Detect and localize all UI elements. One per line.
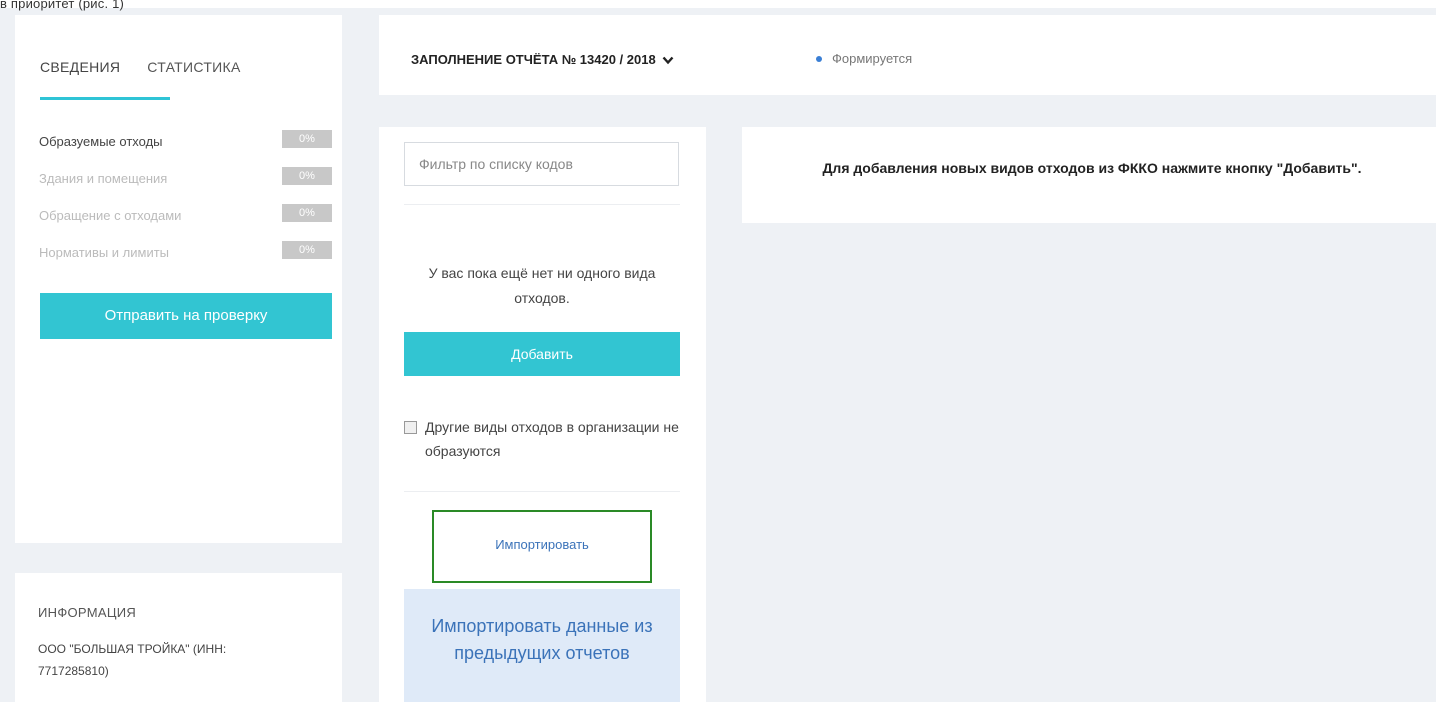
cut-off-caption: в приоритет (рис. 1): [0, 0, 125, 11]
report-header: ЗАПОЛНЕНИЕ ОТЧЁТА № 13420 / 2018 Формиру…: [379, 15, 1436, 95]
no-other-waste-option: Другие виды отходов в организации не обр…: [404, 415, 684, 463]
chevron-down-icon: [662, 53, 674, 68]
section-label: Здания и помещения: [39, 171, 168, 186]
organization-name: ООО "БОЛЬШАЯ ТРОЙКА" (ИНН: 7717285810): [38, 642, 227, 678]
status-text: Формируется: [832, 51, 913, 66]
tab-details[interactable]: СВЕДЕНИЯ: [40, 59, 120, 75]
code-filter-input[interactable]: [404, 142, 679, 186]
send-for-review-button[interactable]: Отправить на проверку: [40, 293, 332, 339]
section-item-norms-limits[interactable]: Нормативы и лимиты 0%: [39, 238, 332, 275]
section-item-buildings[interactable]: Здания и помещения 0%: [39, 164, 332, 201]
top-strip: в приоритет (рис. 1): [0, 0, 1436, 11]
no-other-waste-checkbox[interactable]: [404, 421, 417, 434]
progress-badge: 0%: [282, 241, 332, 259]
progress-badge: 0%: [282, 204, 332, 222]
report-title-dropdown[interactable]: ЗАПОЛНЕНИЕ ОТЧЁТА № 13420 / 2018: [411, 52, 674, 68]
section-item-generated-waste[interactable]: Образуемые отходы 0%: [39, 127, 332, 164]
import-button[interactable]: Импортировать: [432, 510, 652, 583]
section-list: Образуемые отходы 0% Здания и помещения …: [39, 127, 332, 275]
section-item-waste-handling[interactable]: Обращение с отходами 0%: [39, 201, 332, 238]
empty-list-message: У вас пока ещё нет ни одного вида отходо…: [428, 265, 656, 306]
section-label: Нормативы и лимиты: [39, 245, 170, 260]
status-dot-icon: [816, 55, 822, 62]
active-tab-indicator: [40, 97, 170, 100]
report-status: Формируется: [816, 51, 912, 66]
hint-panel: Для добавления новых видов отходов из ФК…: [742, 127, 1436, 223]
checkbox-label[interactable]: Другие виды отходов в организации не обр…: [425, 415, 684, 463]
section-label: Обращение с отходами: [39, 208, 182, 223]
sidebar-tabs: СВЕДЕНИЯ СТАТИСТИКА: [40, 59, 268, 75]
sidebar-panel: СВЕДЕНИЯ СТАТИСТИКА Образуемые отходы 0%…: [15, 15, 342, 543]
section-label: Образуемые отходы: [39, 134, 163, 149]
tab-statistics[interactable]: СТАТИСТИКА: [147, 59, 240, 75]
divider: [404, 491, 680, 492]
waste-list-panel: У вас пока ещё нет ни одного вида отходо…: [379, 127, 706, 702]
info-title: ИНФОРМАЦИЯ: [38, 605, 137, 620]
progress-badge: 0%: [282, 130, 332, 148]
info-panel: ИНФОРМАЦИЯ ООО "БОЛЬШАЯ ТРОЙКА" (ИНН: 77…: [15, 573, 342, 702]
progress-badge: 0%: [282, 167, 332, 185]
divider: [404, 204, 680, 205]
report-title: ЗАПОЛНЕНИЕ ОТЧЁТА № 13420 / 2018: [411, 52, 656, 67]
add-button[interactable]: Добавить: [404, 332, 680, 376]
add-hint-text: Для добавления новых видов отходов из ФК…: [822, 160, 1362, 176]
import-previous-reports-button[interactable]: Импортировать данные из предыдущих отчет…: [404, 589, 680, 702]
